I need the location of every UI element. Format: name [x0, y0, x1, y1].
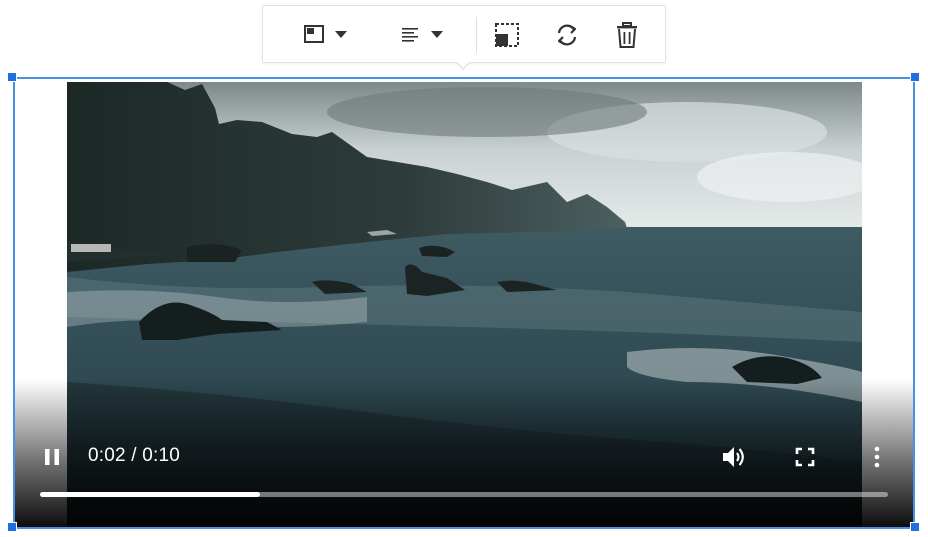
trash-icon — [617, 22, 637, 48]
resize-handle-bottom-left[interactable] — [7, 522, 17, 532]
video-toolbar — [262, 5, 666, 70]
resize-handle-top-left[interactable] — [7, 72, 17, 82]
replace-button[interactable] — [549, 16, 585, 54]
resize-icon — [495, 23, 519, 47]
text-align-dropdown[interactable] — [383, 16, 453, 54]
chevron-down-icon — [431, 31, 443, 38]
image-align-dropdown[interactable] — [287, 16, 357, 54]
resize-button[interactable] — [489, 16, 525, 54]
toolbar-pointer — [455, 61, 471, 70]
replace-icon — [557, 24, 577, 46]
resize-handle-top-right[interactable] — [910, 72, 920, 82]
selection-frame — [13, 77, 915, 529]
text-align-icon — [402, 28, 443, 42]
toolbar-divider — [476, 17, 477, 53]
delete-button[interactable] — [609, 16, 645, 54]
resize-handle-bottom-right[interactable] — [910, 522, 920, 532]
chevron-down-icon — [335, 31, 347, 38]
image-align-icon — [304, 25, 347, 43]
